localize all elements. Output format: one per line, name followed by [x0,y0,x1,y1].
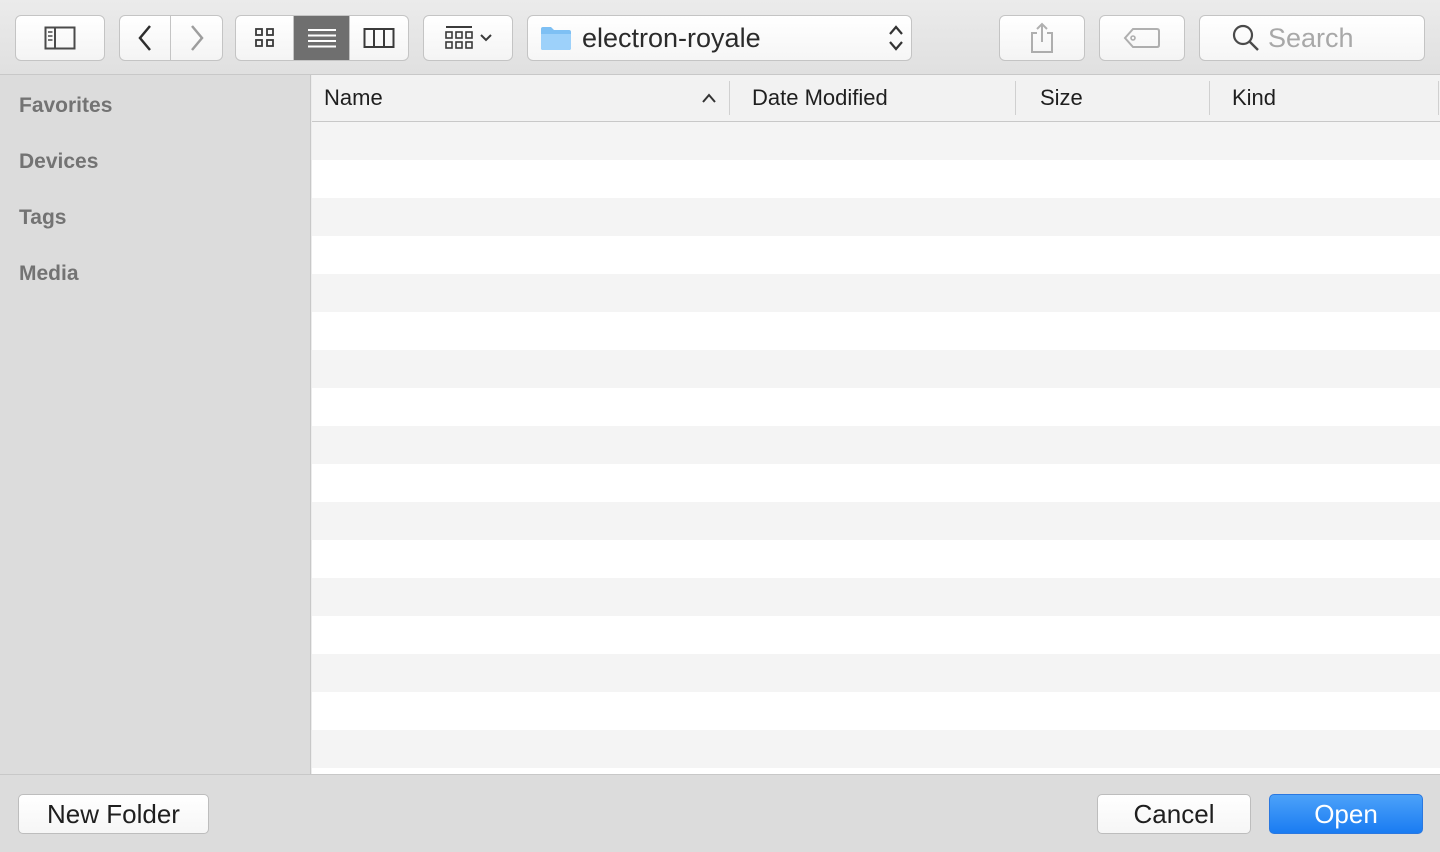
empty-row [312,160,1440,198]
share-button[interactable] [999,15,1085,61]
file-rows [312,122,1440,768]
arrange-grid-icon [445,26,492,49]
empty-row [312,654,1440,692]
empty-row [312,540,1440,578]
tag-icon [1123,28,1160,48]
sidebar-section-favorites[interactable]: Favorites [19,94,112,118]
empty-row [312,350,1440,388]
column-header-kind-label: Kind [1232,85,1277,110]
column-view-button[interactable] [350,16,408,60]
back-button[interactable] [120,16,172,60]
arrange-menu-button[interactable] [423,15,513,61]
toolbar: electron-royale [0,0,1440,75]
empty-row [312,578,1440,616]
column-header-size[interactable]: Size [1040,75,1208,121]
open-file-dialog: electron-royale Search Favorites Devices… [0,0,1440,852]
empty-row [312,616,1440,654]
column-header-date-modified-label: Date Modified [752,85,888,110]
search-input[interactable] [1268,22,1418,54]
sidebar-section-tags[interactable]: Tags [19,206,66,230]
list-view-icon [307,29,336,48]
search-icon [1232,24,1259,51]
tag-button[interactable] [1099,15,1185,61]
column-header-name[interactable]: Name [324,75,729,121]
empty-row [312,388,1440,426]
icon-grid-icon [254,28,274,47]
empty-row [312,236,1440,274]
forward-button[interactable] [171,16,222,60]
empty-row [312,122,1440,160]
column-header-size-label: Size [1040,85,1083,110]
folder-icon [541,27,571,50]
sort-ascending-icon [702,93,716,103]
up-down-chevron-icon [889,25,903,51]
sidebar-section-media[interactable]: Media [19,262,79,286]
empty-row [312,692,1440,730]
new-folder-button[interactable]: New Folder [18,794,209,834]
list-view-button[interactable] [294,16,350,60]
column-divider[interactable] [1209,81,1210,115]
empty-row [312,730,1440,768]
list-header: Name Date Modified Size Kind [312,75,1440,122]
empty-row [312,464,1440,502]
view-mode-control [235,15,409,61]
file-list: Name Date Modified Size Kind [312,75,1440,774]
column-view-icon [363,28,395,48]
empty-row [312,426,1440,464]
sidebar: Favorites Devices Tags Media [0,75,311,774]
chevron-right-icon [190,25,204,51]
empty-row [312,312,1440,350]
location-popup[interactable]: electron-royale [527,15,912,61]
back-forward-control [119,15,223,61]
sidebar-section-devices[interactable]: Devices [19,150,98,174]
empty-row [312,502,1440,540]
location-label: electron-royale [582,22,761,53]
share-icon [1031,22,1053,53]
search-field[interactable] [1199,15,1425,61]
icon-view-button[interactable] [236,16,295,60]
dialog-footer: New Folder Cancel Open [0,774,1440,852]
cancel-button[interactable]: Cancel [1097,794,1251,834]
chevron-left-icon [138,25,151,51]
open-button[interactable]: Open [1269,794,1423,834]
empty-row [312,198,1440,236]
column-divider[interactable] [1438,81,1439,115]
column-divider[interactable] [1015,81,1016,115]
sidebar-toggle-icon [44,26,76,50]
sidebar-toggle-button[interactable] [15,15,105,61]
column-divider[interactable] [729,81,730,115]
column-header-kind[interactable]: Kind [1232,75,1432,121]
empty-row [312,274,1440,312]
column-header-date-modified[interactable]: Date Modified [752,75,1014,121]
column-header-name-label: Name [324,85,383,110]
